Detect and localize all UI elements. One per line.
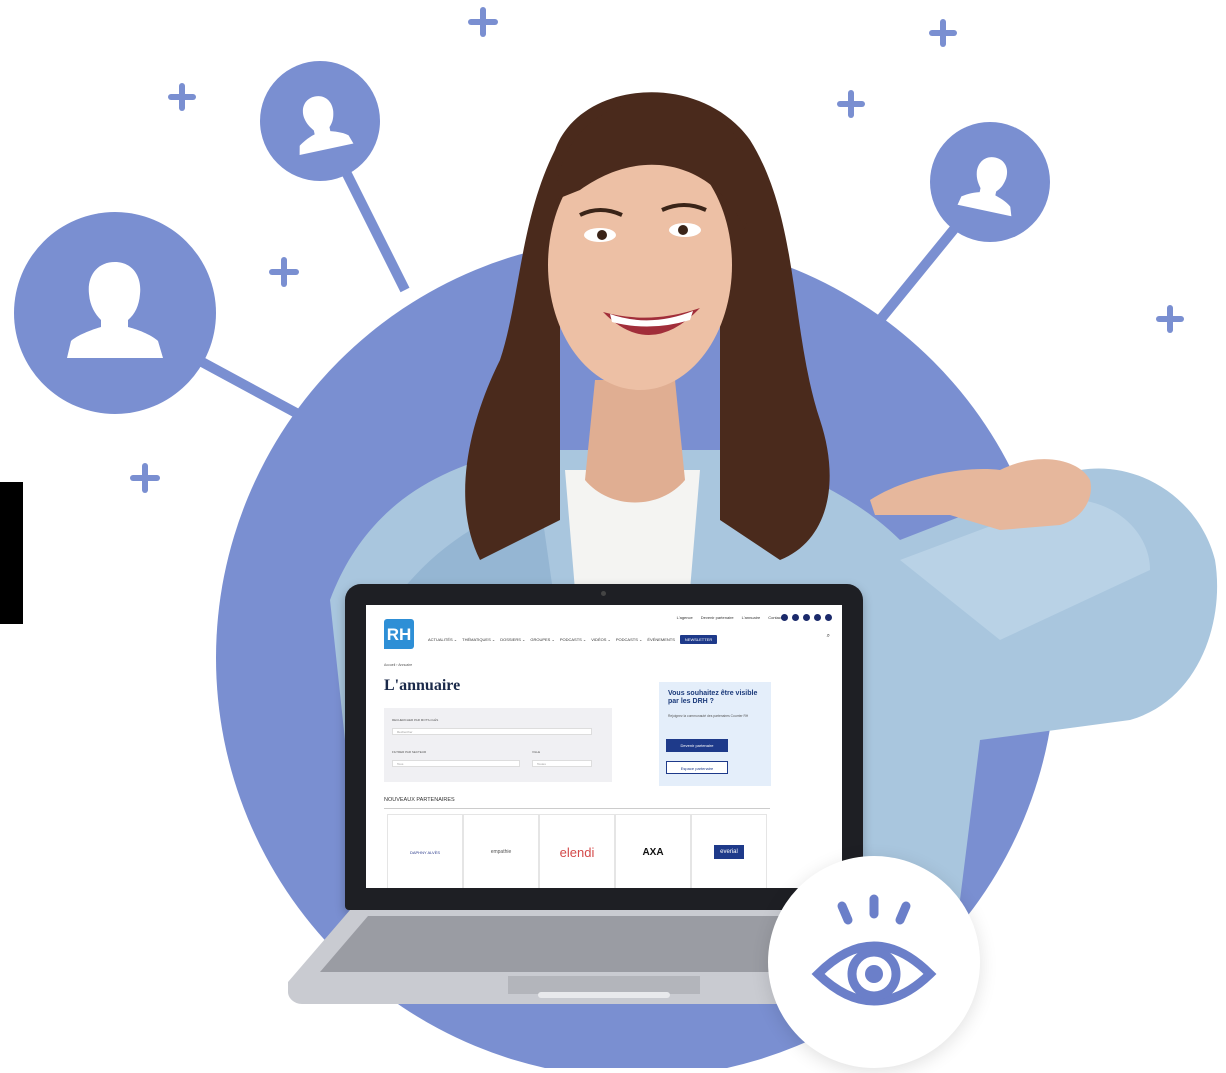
website-screenshot: L'agence Devenir partenaire L'annuaire C… (366, 605, 842, 888)
pointing-hand (870, 459, 1091, 530)
become-partner-button[interactable]: Devenir partenaire (666, 739, 728, 752)
partner-name: empathie (490, 849, 512, 855)
partner-name: everial (714, 845, 744, 859)
nav-item[interactable]: THÉMATIQUES ⌄ (462, 637, 495, 642)
utility-link[interactable]: Devenir partenaire (701, 615, 734, 620)
nav-item[interactable]: ÉVÉNEMENTS (647, 637, 675, 642)
newsletter-icon[interactable] (781, 614, 788, 621)
nav-item[interactable]: PODCASTS ⌄ (560, 637, 586, 642)
eye-icon (811, 894, 937, 1006)
utility-link[interactable]: Contact (768, 615, 782, 620)
phone-icon[interactable] (792, 614, 799, 621)
webcam (601, 591, 606, 596)
partner-logo[interactable]: everial (691, 814, 767, 888)
divider (384, 808, 770, 809)
page-title: L'annuaire (384, 677, 461, 694)
nav-item[interactable]: VIDÉOS ⌄ (591, 637, 611, 642)
utility-link[interactable]: L'agence (677, 615, 693, 620)
facebook-icon[interactable] (803, 614, 810, 621)
partner-name: DAPHNY ALVÈS (409, 849, 441, 855)
utility-bar: L'agence Devenir partenaire L'annuaire C… (366, 611, 842, 631)
keyword-label: RECHERCHER PAR MOTS-CLÉS (392, 718, 439, 722)
keyword-input[interactable]: Rechercher (392, 728, 592, 735)
partner-name: AXA (642, 846, 664, 858)
partner-logo[interactable]: empathie (463, 814, 539, 888)
nav-item[interactable]: GROUPES ⌄ (530, 637, 554, 642)
main-nav: ACTUALITÉS ⌄ THÉMATIQUES ⌄ DOSSIERS ⌄ GR… (428, 635, 718, 644)
neck (585, 380, 685, 503)
promo-text: Rejoignez la communauté des partenaires … (668, 714, 749, 718)
filter-panel: RECHERCHER PAR MOTS-CLÉS Rechercher FILT… (384, 708, 612, 782)
partner-space-button[interactable]: Espace partenaire (666, 761, 728, 774)
partner-logo[interactable]: AXA (615, 814, 691, 888)
category-select[interactable]: Tous (392, 760, 520, 767)
promo-heading: Vous souhaitez être visible par les DRH … (668, 690, 758, 705)
utility-links: L'agence Devenir partenaire L'annuaire C… (677, 615, 782, 620)
trackpad (508, 976, 700, 994)
newsletter-button[interactable]: NEWSLETTER (679, 635, 718, 644)
partner-promo: Vous souhaitez être visible par les DRH … (659, 682, 771, 786)
city-select[interactable]: Toutes (532, 760, 592, 767)
breadcrumb: Accueil › Annuaire (384, 663, 413, 667)
nav-item[interactable]: ACTUALITÉS ⌄ (428, 637, 457, 642)
visibility-badge (768, 856, 980, 1068)
search-icon[interactable]: ⌕ (827, 633, 830, 640)
social-icons (781, 614, 832, 621)
linkedin-icon[interactable] (825, 614, 832, 621)
instagram-icon[interactable] (814, 614, 821, 621)
city-label: VILLE (532, 750, 541, 754)
partner-name: elendi (559, 844, 595, 860)
new-partners-title: NOUVEAUX PARTENAIRES (384, 797, 455, 803)
nav-item[interactable]: DOSSIERS ⌄ (500, 637, 525, 642)
site-logo[interactable]: RH (384, 619, 414, 649)
partner-logo[interactable]: elendi (539, 814, 615, 888)
nav-item[interactable]: PODCASTS ⌄ (616, 637, 642, 642)
partner-logo[interactable]: DAPHNY ALVÈS (387, 814, 463, 888)
category-label: FILTRER PAR SECTEUR (392, 750, 427, 754)
utility-link[interactable]: L'annuaire (742, 615, 761, 620)
partner-logos: DAPHNY ALVÈS empathie elendi AXA everial (387, 814, 767, 888)
